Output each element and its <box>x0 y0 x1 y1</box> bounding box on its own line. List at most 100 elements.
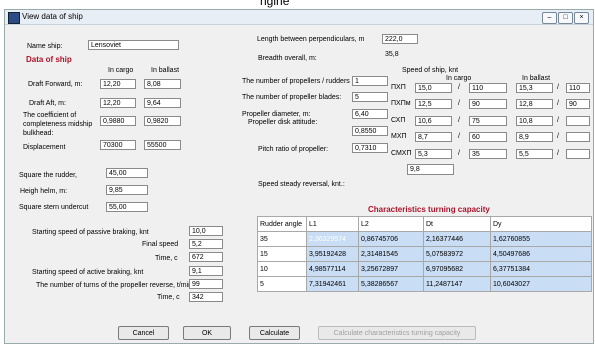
pitch-field[interactable]: 0,7310 <box>352 143 388 153</box>
speed-slash: / <box>557 133 559 140</box>
table-cell[interactable]: 5 <box>257 276 307 292</box>
speed-ballast-knt[interactable]: 12,8 <box>516 99 553 109</box>
speed-mode-code: ПХП <box>391 84 406 91</box>
props-count-field[interactable]: 1 <box>352 76 388 86</box>
turns-label: The number of turns of the propeller rev… <box>36 282 194 289</box>
table-cell[interactable]: 3,95192428 <box>306 246 359 262</box>
speed-cargo-knt[interactable]: 5,3 <box>415 149 452 159</box>
steady-reversal-field[interactable]: 9,8 <box>407 164 454 175</box>
completeness-ballast[interactable]: 0,9820 <box>144 116 181 126</box>
table-cell[interactable]: 6,97095682 <box>423 261 491 277</box>
draft-forward-ballast[interactable]: 8,08 <box>144 79 181 89</box>
table-row[interactable]: 10 4,98577114 3,25672897 6,97095682 6,377513… <box>257 261 592 277</box>
table-cell[interactable]: 2,36329974 <box>306 231 359 247</box>
table-cell[interactable]: 3,25672897 <box>358 261 424 277</box>
table-cell[interactable]: 2,31481545 <box>358 246 424 262</box>
speed-ballast-knt[interactable]: 10,8 <box>516 116 553 126</box>
speed-cargo-rpm[interactable]: 35 <box>469 149 507 159</box>
turning-table: Rudder angle L1 L2 Dt Dy 35 2,36329974 0,8… <box>257 216 592 292</box>
stern-undercut-field[interactable]: 55,00 <box>106 202 148 212</box>
rudder-square-field[interactable]: 45,00 <box>106 168 148 178</box>
speed-cargo-rpm[interactable]: 110 <box>469 83 507 93</box>
final-speed-field[interactable]: 5,2 <box>189 239 223 249</box>
passive-time-field[interactable]: 672 <box>189 252 223 262</box>
ship-name-field[interactable]: Lensoviet <box>88 40 179 50</box>
table-cell[interactable]: 5,38286567 <box>358 276 424 292</box>
draft-aft-cargo[interactable]: 12,20 <box>100 98 136 108</box>
speed-ballast-knt[interactable]: 15,3 <box>516 83 553 93</box>
speed-mode-code: СМХП <box>391 150 412 157</box>
displacement-cargo[interactable]: 70300 <box>100 140 136 150</box>
breadth-value: 35,8 <box>385 51 399 58</box>
speed-header-cargo: In cargo <box>446 75 472 82</box>
speed-cargo-knt[interactable]: 10,6 <box>415 116 452 126</box>
disk-attitude-field[interactable]: 0,8550 <box>352 126 388 136</box>
speed-ballast-rpm[interactable]: 110 <box>566 83 590 93</box>
col-l2: L2 <box>358 216 424 232</box>
passive-field[interactable]: 10,0 <box>189 226 223 236</box>
length-field[interactable]: 222,0 <box>382 34 418 44</box>
calculate-button[interactable]: Calculate <box>249 326 300 340</box>
col-rudder-angle: Rudder angle <box>257 216 307 232</box>
speed-cargo-rpm[interactable]: 75 <box>469 116 507 126</box>
table-row[interactable]: 5 7,31942461 5,38286567 11,2487147 10,604302… <box>257 276 592 292</box>
app-icon <box>8 12 20 24</box>
active-field[interactable]: 9,1 <box>189 266 223 276</box>
table-cell[interactable]: 35 <box>257 231 307 247</box>
turning-title: Characteristics turning capacity <box>368 205 490 214</box>
cancel-button[interactable]: Cancel <box>118 326 169 340</box>
speed-slash: / <box>458 84 460 91</box>
speed-ballast-rpm[interactable] <box>566 116 590 126</box>
col-l1: L1 <box>306 216 359 232</box>
speed-ballast-rpm[interactable] <box>566 149 590 159</box>
speed-cargo-knt[interactable]: 12,5 <box>415 99 452 109</box>
completeness-cargo[interactable]: 0,9880 <box>100 116 136 126</box>
maximize-button[interactable]: □ <box>558 12 573 24</box>
table-cell[interactable]: 5,07583972 <box>423 246 491 262</box>
table-cell[interactable]: 7,31942461 <box>306 276 359 292</box>
passive-time-label: Time, c <box>155 255 178 262</box>
speed-ballast-knt[interactable]: 8,9 <box>516 132 553 142</box>
active-time-label: Time, c <box>157 294 180 301</box>
calc-turning-button[interactable]: Calculate characteristics turning capaci… <box>318 326 476 340</box>
ship-name-label: Name ship: <box>27 43 63 50</box>
table-cell[interactable]: 2,16377446 <box>423 231 491 247</box>
table-cell[interactable]: 10,6043027 <box>490 276 592 292</box>
displacement-ballast[interactable]: 55500 <box>144 140 181 150</box>
title-bar: View data of ship – □ × <box>5 10 593 25</box>
speed-cargo-rpm[interactable]: 60 <box>469 132 507 142</box>
close-button[interactable]: × <box>574 12 589 24</box>
speed-header-ballast: In ballast <box>522 75 551 82</box>
table-cell[interactable]: 11,2487147 <box>423 276 491 292</box>
speed-ballast-knt[interactable]: 5,5 <box>516 149 553 159</box>
minimize-button[interactable]: – <box>542 12 557 24</box>
table-row[interactable]: 15 3,95192428 2,31481545 5,07583972 4,504976… <box>257 246 592 262</box>
prop-diameter-field[interactable]: 6,40 <box>352 109 388 119</box>
turns-field[interactable]: 99 <box>189 279 223 289</box>
table-row[interactable]: 35 2,36329974 0,86745706 2,16377446 1,627608… <box>257 231 592 247</box>
blades-label: The number of propeller blades: <box>242 94 342 101</box>
speed-mode-code: МХП <box>391 133 407 140</box>
rudder-square-label: Square the rudder, <box>19 172 77 179</box>
table-cell[interactable]: 0,86745706 <box>358 231 424 247</box>
ok-button[interactable]: OK <box>183 326 231 340</box>
active-time-field[interactable]: 342 <box>189 292 223 302</box>
speed-cargo-knt[interactable]: 15,0 <box>415 83 452 93</box>
table-cell[interactable]: 15 <box>257 246 307 262</box>
draft-forward-cargo[interactable]: 12,20 <box>100 79 136 89</box>
table-cell[interactable]: 6,37751384 <box>490 261 592 277</box>
table-cell[interactable]: 1,62760855 <box>490 231 592 247</box>
draft-aft-label: Draft Aft, m: <box>29 100 66 107</box>
table-cell[interactable]: 4,50497686 <box>490 246 592 262</box>
stern-undercut-label: Square stern undercut <box>19 204 89 211</box>
draft-aft-ballast[interactable]: 9,64 <box>144 98 181 108</box>
speed-ballast-rpm[interactable] <box>566 132 590 142</box>
blades-field[interactable]: 5 <box>352 92 388 102</box>
col-dy: Dy <box>490 216 592 232</box>
table-cell[interactable]: 4,98577114 <box>306 261 359 277</box>
heigh-helm-field[interactable]: 9,85 <box>106 185 148 195</box>
speed-ballast-rpm[interactable]: 90 <box>566 99 590 109</box>
table-cell[interactable]: 10 <box>257 261 307 277</box>
speed-cargo-knt[interactable]: 8,7 <box>415 132 452 142</box>
speed-cargo-rpm[interactable]: 90 <box>469 99 507 109</box>
